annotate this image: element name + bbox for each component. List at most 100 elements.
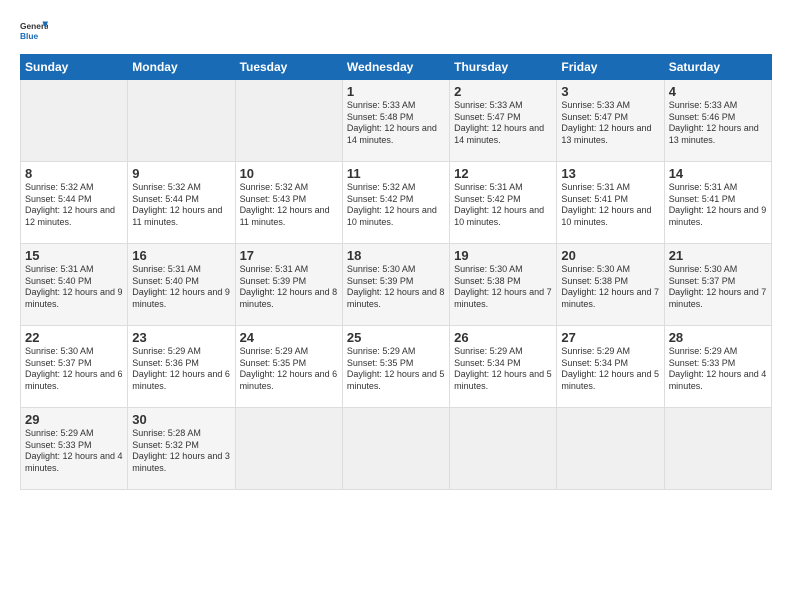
empty-cell <box>342 408 449 490</box>
day-info: Sunrise: 5:29 AMSunset: 5:34 PMDaylight:… <box>454 346 552 393</box>
day-info: Sunrise: 5:30 AMSunset: 5:37 PMDaylight:… <box>25 346 123 393</box>
day-info: Sunrise: 5:33 AMSunset: 5:47 PMDaylight:… <box>454 100 552 147</box>
day-number: 15 <box>25 248 123 263</box>
day-number: 12 <box>454 166 552 181</box>
day-number: 10 <box>240 166 338 181</box>
day-header-sunday: Sunday <box>21 55 128 80</box>
day-number: 9 <box>132 166 230 181</box>
day-cell-25: 25Sunrise: 5:29 AMSunset: 5:35 PMDayligh… <box>342 326 449 408</box>
day-cell-21: 21Sunrise: 5:30 AMSunset: 5:37 PMDayligh… <box>664 244 771 326</box>
day-cell-30: 30Sunrise: 5:28 AMSunset: 5:32 PMDayligh… <box>128 408 235 490</box>
day-info: Sunrise: 5:29 AMSunset: 5:35 PMDaylight:… <box>240 346 338 393</box>
day-header-tuesday: Tuesday <box>235 55 342 80</box>
day-cell-12: 12Sunrise: 5:31 AMSunset: 5:42 PMDayligh… <box>450 162 557 244</box>
day-number: 29 <box>25 412 123 427</box>
week-row-2: 8Sunrise: 5:32 AMSunset: 5:44 PMDaylight… <box>21 162 772 244</box>
svg-text:Blue: Blue <box>20 31 38 41</box>
day-info: Sunrise: 5:31 AMSunset: 5:42 PMDaylight:… <box>454 182 552 229</box>
day-number: 11 <box>347 166 445 181</box>
day-number: 22 <box>25 330 123 345</box>
day-cell-29: 29Sunrise: 5:29 AMSunset: 5:33 PMDayligh… <box>21 408 128 490</box>
week-row-4: 22Sunrise: 5:30 AMSunset: 5:37 PMDayligh… <box>21 326 772 408</box>
calendar-table: SundayMondayTuesdayWednesdayThursdayFrid… <box>20 54 772 490</box>
day-number: 25 <box>347 330 445 345</box>
day-header-wednesday: Wednesday <box>342 55 449 80</box>
day-cell-18: 18Sunrise: 5:30 AMSunset: 5:39 PMDayligh… <box>342 244 449 326</box>
day-number: 18 <box>347 248 445 263</box>
day-header-monday: Monday <box>128 55 235 80</box>
empty-cell <box>235 80 342 162</box>
day-cell-13: 13Sunrise: 5:31 AMSunset: 5:41 PMDayligh… <box>557 162 664 244</box>
day-info: Sunrise: 5:30 AMSunset: 5:39 PMDaylight:… <box>347 264 445 311</box>
day-number: 13 <box>561 166 659 181</box>
day-info: Sunrise: 5:31 AMSunset: 5:40 PMDaylight:… <box>132 264 230 311</box>
day-cell-8: 8Sunrise: 5:32 AMSunset: 5:44 PMDaylight… <box>21 162 128 244</box>
day-cell-14: 14Sunrise: 5:31 AMSunset: 5:41 PMDayligh… <box>664 162 771 244</box>
day-info: Sunrise: 5:29 AMSunset: 5:33 PMDaylight:… <box>669 346 767 393</box>
day-cell-24: 24Sunrise: 5:29 AMSunset: 5:35 PMDayligh… <box>235 326 342 408</box>
day-info: Sunrise: 5:29 AMSunset: 5:36 PMDaylight:… <box>132 346 230 393</box>
day-number: 16 <box>132 248 230 263</box>
day-number: 28 <box>669 330 767 345</box>
day-info: Sunrise: 5:32 AMSunset: 5:42 PMDaylight:… <box>347 182 445 229</box>
day-cell-4: 4Sunrise: 5:33 AMSunset: 5:46 PMDaylight… <box>664 80 771 162</box>
empty-cell <box>21 80 128 162</box>
header: General Blue <box>20 18 772 46</box>
day-number: 2 <box>454 84 552 99</box>
day-info: Sunrise: 5:33 AMSunset: 5:46 PMDaylight:… <box>669 100 767 147</box>
day-cell-10: 10Sunrise: 5:32 AMSunset: 5:43 PMDayligh… <box>235 162 342 244</box>
day-number: 1 <box>347 84 445 99</box>
day-cell-28: 28Sunrise: 5:29 AMSunset: 5:33 PMDayligh… <box>664 326 771 408</box>
day-cell-27: 27Sunrise: 5:29 AMSunset: 5:34 PMDayligh… <box>557 326 664 408</box>
day-cell-16: 16Sunrise: 5:31 AMSunset: 5:40 PMDayligh… <box>128 244 235 326</box>
day-info: Sunrise: 5:32 AMSunset: 5:43 PMDaylight:… <box>240 182 338 229</box>
day-number: 14 <box>669 166 767 181</box>
calendar-page: General Blue SundayMondayTuesdayWednesda… <box>0 0 792 612</box>
day-cell-3: 3Sunrise: 5:33 AMSunset: 5:47 PMDaylight… <box>557 80 664 162</box>
day-info: Sunrise: 5:33 AMSunset: 5:47 PMDaylight:… <box>561 100 659 147</box>
empty-cell <box>557 408 664 490</box>
day-number: 26 <box>454 330 552 345</box>
day-cell-1: 1Sunrise: 5:33 AMSunset: 5:48 PMDaylight… <box>342 80 449 162</box>
day-info: Sunrise: 5:30 AMSunset: 5:38 PMDaylight:… <box>561 264 659 311</box>
day-cell-17: 17Sunrise: 5:31 AMSunset: 5:39 PMDayligh… <box>235 244 342 326</box>
day-info: Sunrise: 5:31 AMSunset: 5:41 PMDaylight:… <box>561 182 659 229</box>
day-header-friday: Friday <box>557 55 664 80</box>
day-cell-22: 22Sunrise: 5:30 AMSunset: 5:37 PMDayligh… <box>21 326 128 408</box>
day-header-thursday: Thursday <box>450 55 557 80</box>
day-cell-19: 19Sunrise: 5:30 AMSunset: 5:38 PMDayligh… <box>450 244 557 326</box>
day-cell-20: 20Sunrise: 5:30 AMSunset: 5:38 PMDayligh… <box>557 244 664 326</box>
logo: General Blue <box>20 18 50 46</box>
day-info: Sunrise: 5:31 AMSunset: 5:40 PMDaylight:… <box>25 264 123 311</box>
day-info: Sunrise: 5:30 AMSunset: 5:38 PMDaylight:… <box>454 264 552 311</box>
day-cell-15: 15Sunrise: 5:31 AMSunset: 5:40 PMDayligh… <box>21 244 128 326</box>
day-info: Sunrise: 5:29 AMSunset: 5:34 PMDaylight:… <box>561 346 659 393</box>
empty-cell <box>450 408 557 490</box>
day-info: Sunrise: 5:29 AMSunset: 5:35 PMDaylight:… <box>347 346 445 393</box>
day-number: 8 <box>25 166 123 181</box>
day-cell-26: 26Sunrise: 5:29 AMSunset: 5:34 PMDayligh… <box>450 326 557 408</box>
empty-cell <box>235 408 342 490</box>
day-header-saturday: Saturday <box>664 55 771 80</box>
day-info: Sunrise: 5:30 AMSunset: 5:37 PMDaylight:… <box>669 264 767 311</box>
day-info: Sunrise: 5:29 AMSunset: 5:33 PMDaylight:… <box>25 428 123 475</box>
week-row-3: 15Sunrise: 5:31 AMSunset: 5:40 PMDayligh… <box>21 244 772 326</box>
day-cell-2: 2Sunrise: 5:33 AMSunset: 5:47 PMDaylight… <box>450 80 557 162</box>
day-info: Sunrise: 5:32 AMSunset: 5:44 PMDaylight:… <box>25 182 123 229</box>
day-number: 17 <box>240 248 338 263</box>
day-info: Sunrise: 5:31 AMSunset: 5:41 PMDaylight:… <box>669 182 767 229</box>
day-cell-23: 23Sunrise: 5:29 AMSunset: 5:36 PMDayligh… <box>128 326 235 408</box>
day-number: 30 <box>132 412 230 427</box>
empty-cell <box>664 408 771 490</box>
logo-icon: General Blue <box>20 18 48 46</box>
day-info: Sunrise: 5:33 AMSunset: 5:48 PMDaylight:… <box>347 100 445 147</box>
day-header-row: SundayMondayTuesdayWednesdayThursdayFrid… <box>21 55 772 80</box>
empty-cell <box>128 80 235 162</box>
day-number: 23 <box>132 330 230 345</box>
day-cell-9: 9Sunrise: 5:32 AMSunset: 5:44 PMDaylight… <box>128 162 235 244</box>
day-info: Sunrise: 5:32 AMSunset: 5:44 PMDaylight:… <box>132 182 230 229</box>
day-number: 4 <box>669 84 767 99</box>
week-row-5: 29Sunrise: 5:29 AMSunset: 5:33 PMDayligh… <box>21 408 772 490</box>
day-number: 3 <box>561 84 659 99</box>
day-number: 27 <box>561 330 659 345</box>
